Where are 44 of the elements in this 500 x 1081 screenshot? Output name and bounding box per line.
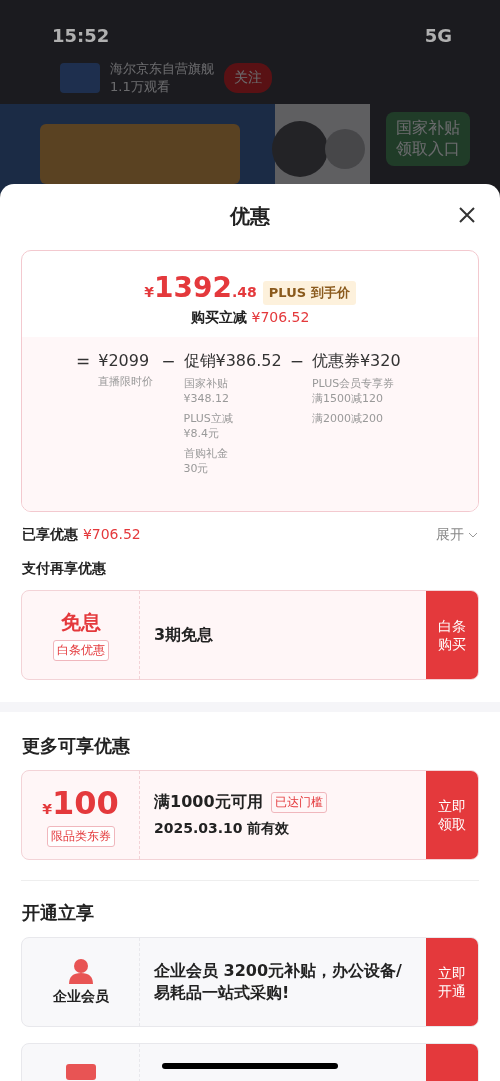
term-detail: 30元	[183, 460, 210, 477]
offer-title: 免息	[60, 609, 101, 636]
operator-symbol: −	[289, 351, 304, 373]
sheet-title: 优惠	[230, 202, 270, 230]
expand-toggle[interactable]: 展开	[436, 526, 478, 544]
price-tag: PLUS 到手价	[262, 281, 356, 305]
network-label: 5G	[424, 24, 452, 46]
coupon-condition: 满1000元可用	[154, 791, 263, 813]
follow-button[interactable]: 关注	[224, 63, 272, 93]
term-amount: ¥2099	[98, 351, 151, 370]
status-time: 15:52	[52, 24, 110, 46]
enjoyed-discount: 已享优惠 ¥706.52	[22, 526, 141, 544]
term-detail: 首购礼金	[183, 445, 229, 461]
claim-button[interactable]: 立即领取	[426, 771, 478, 859]
membership-description: 企业会员 3200元补贴，办公设备/易耗品一站式采购!	[154, 959, 403, 1004]
subsidy-banner[interactable]: 国家补贴 领取入口	[386, 112, 470, 166]
offer-description: 3期免息	[154, 623, 215, 646]
term-detail: 满2000减200	[311, 410, 384, 427]
term-detail: 国家补贴	[183, 376, 229, 392]
term-detail: ¥8.4元	[183, 426, 220, 442]
section-title: 更多可享优惠	[21, 734, 131, 758]
coupon-validity: 2025.03.10 前有效	[154, 819, 291, 839]
term-amount: 促销¥386.52	[183, 351, 282, 372]
term-detail: PLUS立减	[183, 410, 234, 427]
section-title: 支付再享优惠	[21, 559, 107, 578]
offer-tag: 白条优惠	[52, 640, 109, 661]
term-detail: ¥348.12	[183, 391, 230, 407]
operator-symbol: −	[161, 351, 176, 373]
term-detail: 满1500减120	[311, 391, 384, 407]
discount-total: 购买立减 ¥706.52	[190, 309, 310, 327]
activate-button[interactable]: 立即开通	[426, 938, 478, 1026]
membership-name: 企业会员	[52, 988, 109, 1006]
operator-symbol: =	[76, 351, 91, 373]
viewer-count: 1.1万观看	[110, 78, 171, 96]
term-detail: PLUS会员专享券	[311, 376, 396, 392]
store-name: 海尔京东自营旗舰	[110, 60, 214, 78]
coupon-tag: 限品类东券	[46, 825, 115, 847]
threshold-badge: 已达门槛	[270, 791, 327, 813]
buy-button[interactable]: 白条购买	[426, 591, 478, 679]
section-title: 开通立享	[21, 901, 95, 925]
term-amount: 优惠券¥320	[311, 351, 401, 372]
final-price: ¥1392.48	[144, 271, 257, 304]
coupon-amount: ¥100	[42, 783, 119, 822]
term-detail: 直播限时价	[98, 374, 154, 390]
